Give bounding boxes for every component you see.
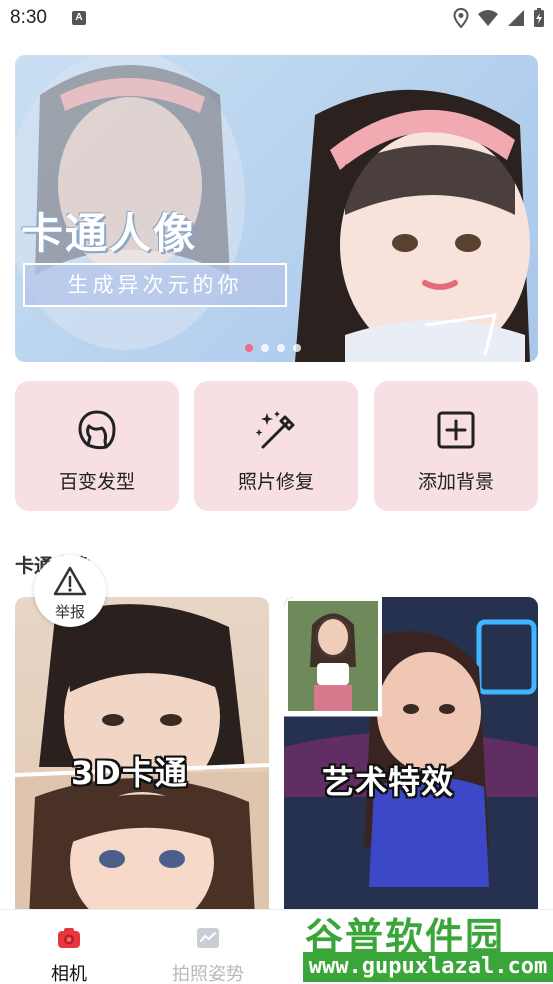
magic-wand-icon <box>255 411 295 449</box>
feature-hairstyle-button[interactable]: 百变发型 <box>15 381 179 511</box>
card-art-effects[interactable]: 艺术特效 <box>284 597 538 917</box>
banner-pagination <box>245 344 301 352</box>
feature-label: 照片修复 <box>237 471 314 493</box>
warning-icon <box>53 566 87 596</box>
watermark-url: www.gupuxlazal.com <box>303 952 553 982</box>
feature-grid: 百变发型 照片修复 添加背景 <box>15 381 538 511</box>
hair-icon <box>78 410 116 450</box>
status-icons <box>453 8 545 28</box>
battery-charging-icon <box>534 8 544 27</box>
status-bar: 8:30 A <box>0 0 553 38</box>
card-3d-cartoon[interactable]: 3D卡通 <box>15 597 269 917</box>
notification-a-icon: A <box>72 11 86 25</box>
banner-title: 卡通人像 <box>21 209 198 258</box>
nav-pose-tab[interactable]: 拍照姿势 <box>153 924 263 984</box>
card-label: 3D卡通 <box>71 754 188 792</box>
hero-banner[interactable]: 卡通人像 生成异次元的你 <box>15 55 538 362</box>
pose-icon <box>197 928 219 948</box>
status-time: 8:30 <box>10 7 47 28</box>
feature-label: 添加背景 <box>417 471 494 493</box>
banner-dot[interactable] <box>261 344 269 352</box>
report-button[interactable]: 举报 <box>34 555 106 627</box>
banner-dot-active[interactable] <box>245 344 253 352</box>
feature-add-background-button[interactable]: 添加背景 <box>374 381 538 511</box>
nav-label: 相机 <box>51 964 87 984</box>
watermark: 谷普软件园 www.gupuxlazal.com <box>303 898 553 984</box>
report-label: 举报 <box>54 603 85 621</box>
nav-label: 拍照姿势 <box>172 964 244 984</box>
camera-icon <box>58 928 80 948</box>
feature-label: 百变发型 <box>58 471 135 493</box>
nav-camera-tab[interactable]: 相机 <box>14 924 124 984</box>
card-label: 艺术特效 <box>322 763 455 801</box>
banner-subtitle: 生成异次元的你 <box>67 273 243 297</box>
wifi-icon <box>478 10 498 26</box>
banner-dot[interactable] <box>277 344 285 352</box>
add-square-icon <box>437 411 475 449</box>
banner-dot[interactable] <box>293 344 301 352</box>
signal-icon <box>508 10 524 26</box>
location-icon <box>453 8 469 28</box>
feature-photo-repair-button[interactable]: 照片修复 <box>194 381 358 511</box>
